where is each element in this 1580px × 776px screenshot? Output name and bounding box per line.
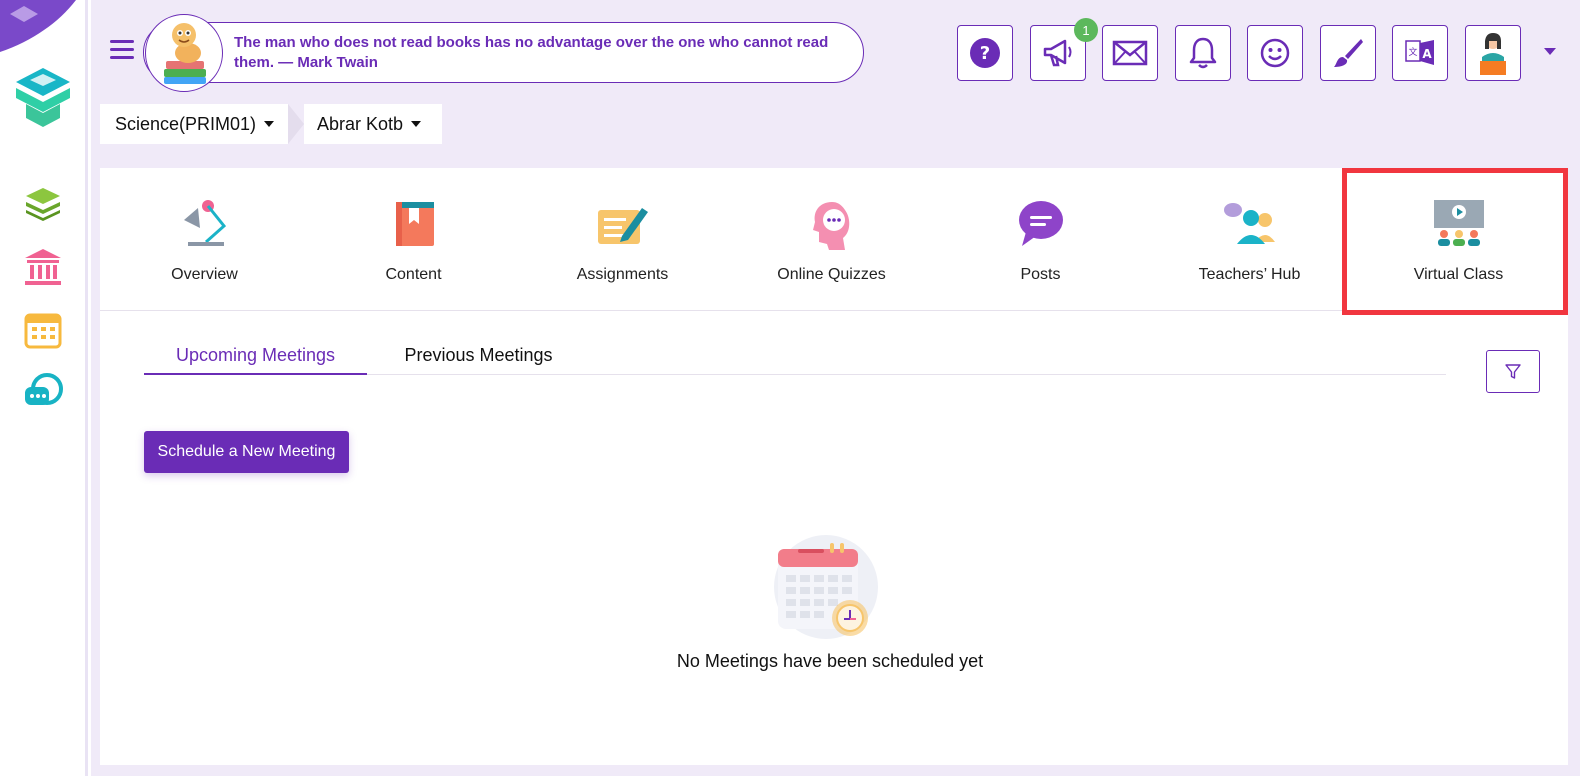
paintbrush-icon [1334, 39, 1363, 67]
student-label: Abrar Kotb [317, 113, 404, 134]
nav-overview-label: Overview [171, 266, 238, 283]
empty-calendar-icon [774, 535, 878, 639]
book-icon [396, 202, 434, 246]
corner-logo-icon [0, 0, 76, 52]
svg-text:?: ? [980, 43, 990, 64]
sidebar [0, 0, 88, 776]
tab-upcoming-meetings[interactable]: Upcoming Meetings [144, 345, 367, 375]
breadcrumb-separator [288, 104, 304, 144]
nav-online-quizzes[interactable]: Online Quizzes [727, 168, 936, 311]
desk-lamp-icon [184, 200, 227, 246]
announcement-count-badge: 1 [1074, 18, 1098, 42]
chevron-down-icon [264, 121, 275, 127]
filter-icon [1505, 363, 1521, 379]
subject-label: Science(PRIM01) [115, 113, 257, 134]
megaphone-icon [1043, 39, 1072, 67]
active-tab-indicator [144, 373, 367, 375]
quiz-head-icon [813, 202, 850, 250]
speech-bubble-icon [1019, 201, 1063, 246]
notifications-button[interactable] [1175, 25, 1231, 81]
student-selector[interactable]: Abrar Kotb [304, 104, 442, 144]
nav-content[interactable]: Content [309, 168, 518, 311]
nav-teachers-hub[interactable]: Teachers’ Hub [1145, 168, 1354, 311]
institution-icon[interactable] [22, 246, 64, 288]
nav-content-label: Content [385, 266, 442, 283]
mail-icon [1112, 40, 1148, 66]
nav-assignments-label: Assignments [576, 266, 669, 283]
bookworm-avatar [145, 14, 223, 92]
feedback-button[interactable] [1247, 25, 1303, 81]
tab-previous-meetings[interactable]: Previous Meetings [392, 345, 565, 375]
bell-icon [1189, 37, 1217, 69]
filter-button[interactable] [1486, 350, 1540, 393]
empty-state-message: No Meetings have been scheduled yet [676, 651, 984, 671]
assignment-pen-icon [598, 208, 648, 244]
help-button[interactable]: ? [957, 25, 1013, 81]
app-logo-icon[interactable] [10, 64, 76, 130]
calendar-icon[interactable] [22, 309, 64, 351]
virtual-class-highlight [1342, 168, 1568, 315]
language-button[interactable]: A文 [1392, 25, 1448, 81]
messages-button[interactable] [1102, 25, 1158, 81]
subject-selector[interactable]: Science(PRIM01) [100, 104, 288, 144]
svg-text:文: 文 [1408, 46, 1417, 58]
svg-text:A: A [1422, 47, 1432, 61]
profile-avatar-icon [1480, 33, 1506, 75]
quote-text: The man who does not read books has no a… [234, 34, 829, 71]
nav-posts-label: Posts [1020, 266, 1061, 283]
schedule-meeting-button[interactable]: Schedule a New Meeting [144, 431, 349, 473]
teachers-group-icon [1224, 203, 1275, 244]
nav-online-quizzes-label: Online Quizzes [777, 266, 886, 283]
layers-icon[interactable] [22, 182, 64, 224]
chevron-down-icon [411, 121, 422, 127]
chat-support-icon[interactable] [22, 371, 64, 413]
translate-icon: A文 [1405, 40, 1434, 65]
help-icon: ? [970, 38, 1000, 68]
nav-overview[interactable]: Overview [100, 168, 309, 311]
nav-assignments[interactable]: Assignments [518, 168, 727, 311]
profile-dropdown-icon[interactable] [1544, 48, 1556, 55]
menu-toggle-icon[interactable] [110, 40, 134, 64]
smiley-icon [1260, 38, 1290, 68]
theme-button[interactable] [1320, 25, 1376, 81]
profile-button[interactable] [1465, 25, 1521, 81]
nav-teachers-hub-label: Teachers’ Hub [1198, 266, 1301, 283]
nav-posts[interactable]: Posts [936, 168, 1145, 311]
